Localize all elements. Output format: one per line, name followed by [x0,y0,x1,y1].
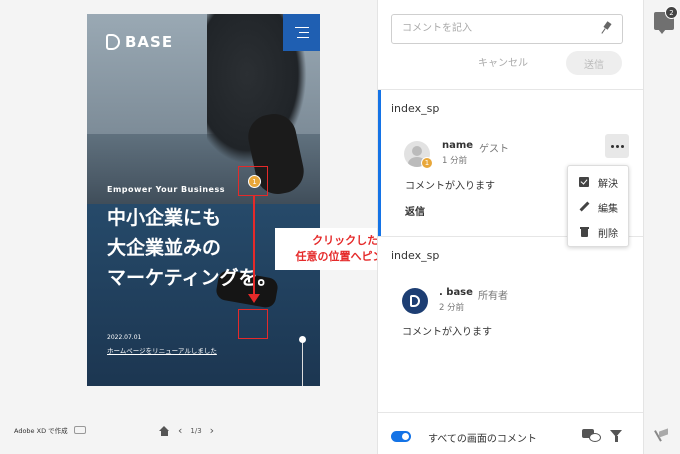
cancel-button[interactable]: キャンセル [478,54,528,69]
camera-icon[interactable] [73,426,86,434]
comment-author: . base [439,287,473,298]
comment-role: 所有者 [478,291,508,302]
page-indicator: 1/3 [190,426,202,435]
headline-line-1: 中小企業にも [107,207,222,229]
hamburger-menu-button[interactable] [283,14,320,51]
home-icon[interactable] [159,425,170,436]
drag-arrow-head [248,294,260,303]
artboard-preview[interactable] [87,14,320,386]
xd-share-view: BASE Empower Your Business 中小企業にも 大企業並みの… [0,0,680,454]
pin-target-highlight [238,309,268,339]
hero-headline: 中小企業にも 大企業並みの マーケティングを。 [107,203,276,293]
menu-item-edit[interactable]: 編集 [568,195,630,219]
drag-arrow-line [253,196,255,296]
reply-button[interactable]: 返信 [405,203,425,218]
scroll-indicator-line [302,340,303,386]
comment-input[interactable]: コメントを記入 [391,14,623,44]
thread-title: index_sp [391,249,440,262]
more-options-button[interactable] [605,134,629,158]
menu-item-label: 解決 [598,178,618,190]
comment-body: コメントが入ります [402,327,492,338]
comment-time: 2 分前 [439,303,465,313]
scroll-indicator-dot [299,336,306,343]
menu-item-label: 削除 [598,228,618,240]
all-screens-toggle[interactable] [391,431,411,442]
menu-item-resolve[interactable]: 解決 [568,170,630,194]
owner-avatar [402,288,428,314]
menu-item-label: 編集 [598,203,618,215]
pencil-icon [579,202,589,212]
headline-line-3: マーケティングを。 [107,267,277,289]
prototype-canvas: BASE Empower Your Business 中小企業にも 大企業並みの… [0,0,437,454]
comment-count-badge: 2 [665,6,678,19]
headline-line-2: 大企業並みの [107,237,222,259]
thread-title: index_sp [391,102,440,115]
menu-item-delete[interactable]: 削除 [568,220,630,244]
comment-context-menu: 解決 編集 削除 [567,165,629,247]
news-date: 2022.07.01 [107,334,142,341]
comment-panel: コメントを記入 キャンセル 送信 index_sp 1 name ゲスト 1 分… [377,0,644,454]
comment-time: 1 分前 [442,156,468,166]
made-with-xd-label: Adobe XD で作成 [14,427,68,435]
news-link[interactable]: ホームページをリニューアルしました [107,345,217,355]
artboard-navigation: ‹ 1/3 › [159,424,214,437]
hero-tagline: Empower Your Business [107,185,225,194]
flag-icon[interactable] [657,430,669,442]
comment-body: コメントが入ります [405,181,495,192]
pin-number-badge: 1 [421,157,433,169]
base-logo-icon [106,34,120,50]
base-logo-text: BASE [125,33,174,51]
show-hide-comments-icon[interactable] [582,429,601,442]
comment-pin[interactable]: 1 [248,175,261,188]
send-button[interactable]: 送信 [566,51,622,75]
made-with-xd: Adobe XD で作成 [14,425,86,435]
pin-icon[interactable] [602,22,612,35]
comment-author: name [442,140,474,151]
base-logo: BASE [106,33,173,51]
side-rail: 2 [643,0,680,454]
chevron-left-icon[interactable]: ‹ [178,424,182,437]
filter-icon[interactable] [610,430,622,442]
chevron-right-icon[interactable]: › [210,424,214,437]
trash-icon [579,227,589,237]
footer-divider [378,412,644,413]
resolve-icon [579,177,589,187]
comment-role: ゲスト [479,144,509,155]
all-screens-toggle-label: すべての画面のコメント [428,434,537,445]
